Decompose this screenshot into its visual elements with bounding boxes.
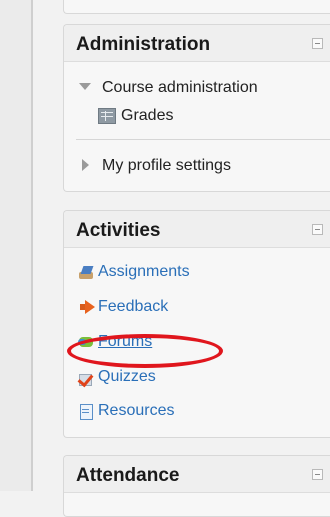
attendance-block: Attendance [63,455,330,517]
resource-file-icon [78,403,96,420]
assignment-icon [78,264,96,280]
activity-quizzes[interactable]: Quizzes [77,366,156,388]
left-divider [31,0,33,491]
administration-title: Administration [76,34,211,55]
highlight-circle [67,334,223,368]
collapse-icon[interactable] [312,224,323,235]
separator [76,139,330,140]
quiz-check-icon [77,369,96,388]
left-page-margin [0,0,31,491]
activity-label: Quizzes [98,368,156,385]
activity-label: Feedback [98,298,169,315]
grades-link[interactable]: Grades [121,107,173,125]
course-administration-link[interactable]: Course administration [102,79,258,97]
activity-label: Resources [98,402,175,419]
attendance-header: Attendance [64,456,330,493]
activity-resources[interactable]: Resources [78,400,174,422]
grades-icon [98,108,116,124]
collapsed-triangle-icon[interactable] [82,159,89,171]
activities-block: Activities Assignments Feedback Forums Q… [63,210,330,438]
collapse-icon[interactable] [312,38,323,49]
megaphone-icon [78,299,96,315]
previous-block-bottom [63,0,330,14]
activities-title: Activities [76,220,161,241]
my-profile-settings-link[interactable]: My profile settings [102,157,231,175]
attendance-title: Attendance [76,465,180,486]
activity-feedback[interactable]: Feedback [78,296,168,318]
expanded-triangle-icon[interactable] [79,83,91,90]
activities-header: Activities [64,211,330,248]
administration-block: Administration Course administration Gra… [63,24,330,192]
activity-assignments[interactable]: Assignments [78,261,190,283]
administration-header: Administration [64,25,330,62]
block-column: Administration Course administration Gra… [53,0,330,517]
collapse-icon[interactable] [312,469,323,480]
activity-label: Assignments [98,263,190,280]
